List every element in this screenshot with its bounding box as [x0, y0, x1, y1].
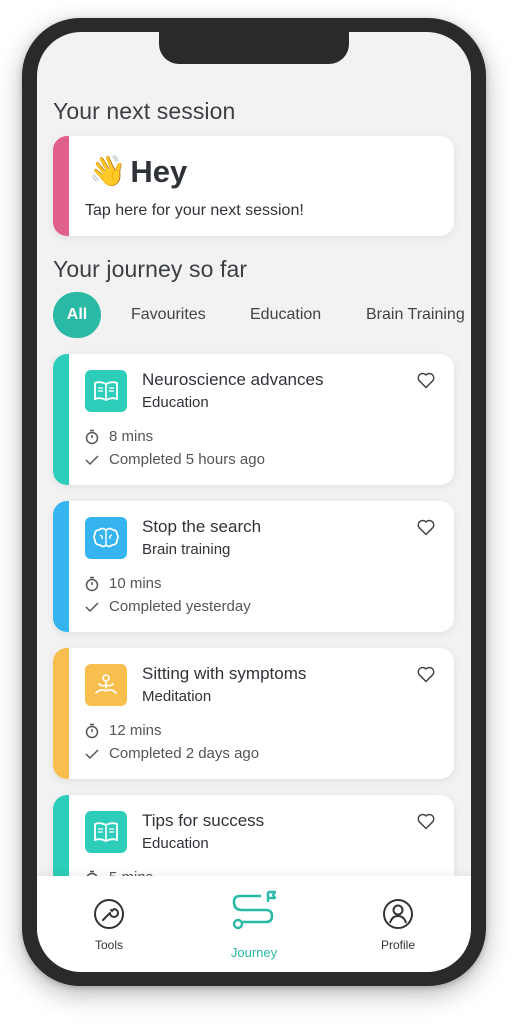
- profile-icon: [383, 899, 413, 929]
- tab-profile[interactable]: Profile: [338, 876, 458, 972]
- tab-profile-label: Profile: [380, 938, 415, 952]
- session-card[interactable]: Sitting with symptoms Meditation 12 mins…: [53, 648, 454, 779]
- heart-icon[interactable]: [416, 664, 436, 684]
- meditation-icon: [85, 664, 127, 706]
- next-session-card[interactable]: 👋 Hey Tap here for your next session!: [53, 136, 454, 236]
- tab-journey[interactable]: Journey: [194, 876, 314, 972]
- session-completed: Completed yesterday: [109, 598, 251, 615]
- session-duration: 12 mins: [109, 722, 162, 739]
- card-accent-stripe: [53, 354, 69, 485]
- card-accent-stripe: [53, 648, 69, 779]
- phone-notch: [159, 32, 349, 64]
- session-title: Tips for success: [142, 811, 265, 830]
- card-accent-stripe: [53, 501, 69, 632]
- timer-icon: [85, 576, 99, 591]
- session-duration: 8 mins: [109, 428, 154, 445]
- session-title: Sitting with symptoms: [142, 664, 307, 683]
- session-title: Neuroscience advances: [142, 370, 324, 389]
- check-icon: [85, 454, 99, 465]
- session-card[interactable]: Stop the search Brain training 10 mins C…: [53, 501, 454, 632]
- session-category: Education: [142, 394, 209, 411]
- tab-journey-label: Journey: [230, 945, 278, 960]
- card-accent-stripe: [53, 136, 69, 236]
- heart-icon[interactable]: [416, 811, 436, 831]
- session-category: Education: [142, 835, 209, 852]
- waving-hand-icon: 👋: [89, 155, 127, 188]
- session-title: Stop the search: [142, 517, 262, 536]
- timer-icon: [85, 429, 99, 444]
- check-icon: [85, 601, 99, 612]
- session-category: Meditation: [142, 688, 212, 705]
- app-screen: Your next session 👋 Hey Tap here for you…: [37, 32, 471, 972]
- session-duration: 10 mins: [109, 575, 162, 592]
- filter-chip-brain-training[interactable]: Brain Training: [366, 292, 465, 338]
- session-card[interactable]: Neuroscience advances Education 8 mins C…: [53, 354, 454, 485]
- book-icon: [85, 370, 127, 412]
- session-category: Brain training: [142, 541, 231, 558]
- bottom-tab-bar: Tools Journey Profile: [37, 876, 471, 972]
- greeting-heading: Hey: [130, 154, 188, 189]
- book-icon: [85, 811, 127, 853]
- next-session-heading: Your next session: [53, 98, 236, 124]
- tab-tools-label: Tools: [94, 938, 123, 952]
- session-completed: Completed 5 hours ago: [109, 451, 265, 468]
- brain-icon: [85, 517, 127, 559]
- heart-icon[interactable]: [416, 517, 436, 537]
- check-icon: [85, 748, 99, 759]
- wrench-icon: [94, 899, 124, 929]
- filter-chip-all[interactable]: All: [53, 292, 101, 338]
- filter-chips: All Favourites Education Brain Training: [53, 292, 471, 338]
- phone-frame: Your next session 👋 Hey Tap here for you…: [22, 18, 486, 986]
- timer-icon: [85, 723, 99, 738]
- heart-icon[interactable]: [416, 370, 436, 390]
- session-completed: Completed 2 days ago: [109, 745, 260, 762]
- journey-heading: Your journey so far: [53, 256, 248, 282]
- next-session-subtitle: Tap here for your next session!: [85, 202, 304, 219]
- filter-chip-favourites[interactable]: Favourites: [131, 292, 206, 338]
- journey-path-icon: [232, 890, 277, 930]
- filter-chip-education[interactable]: Education: [250, 292, 321, 338]
- tab-tools[interactable]: Tools: [49, 876, 169, 972]
